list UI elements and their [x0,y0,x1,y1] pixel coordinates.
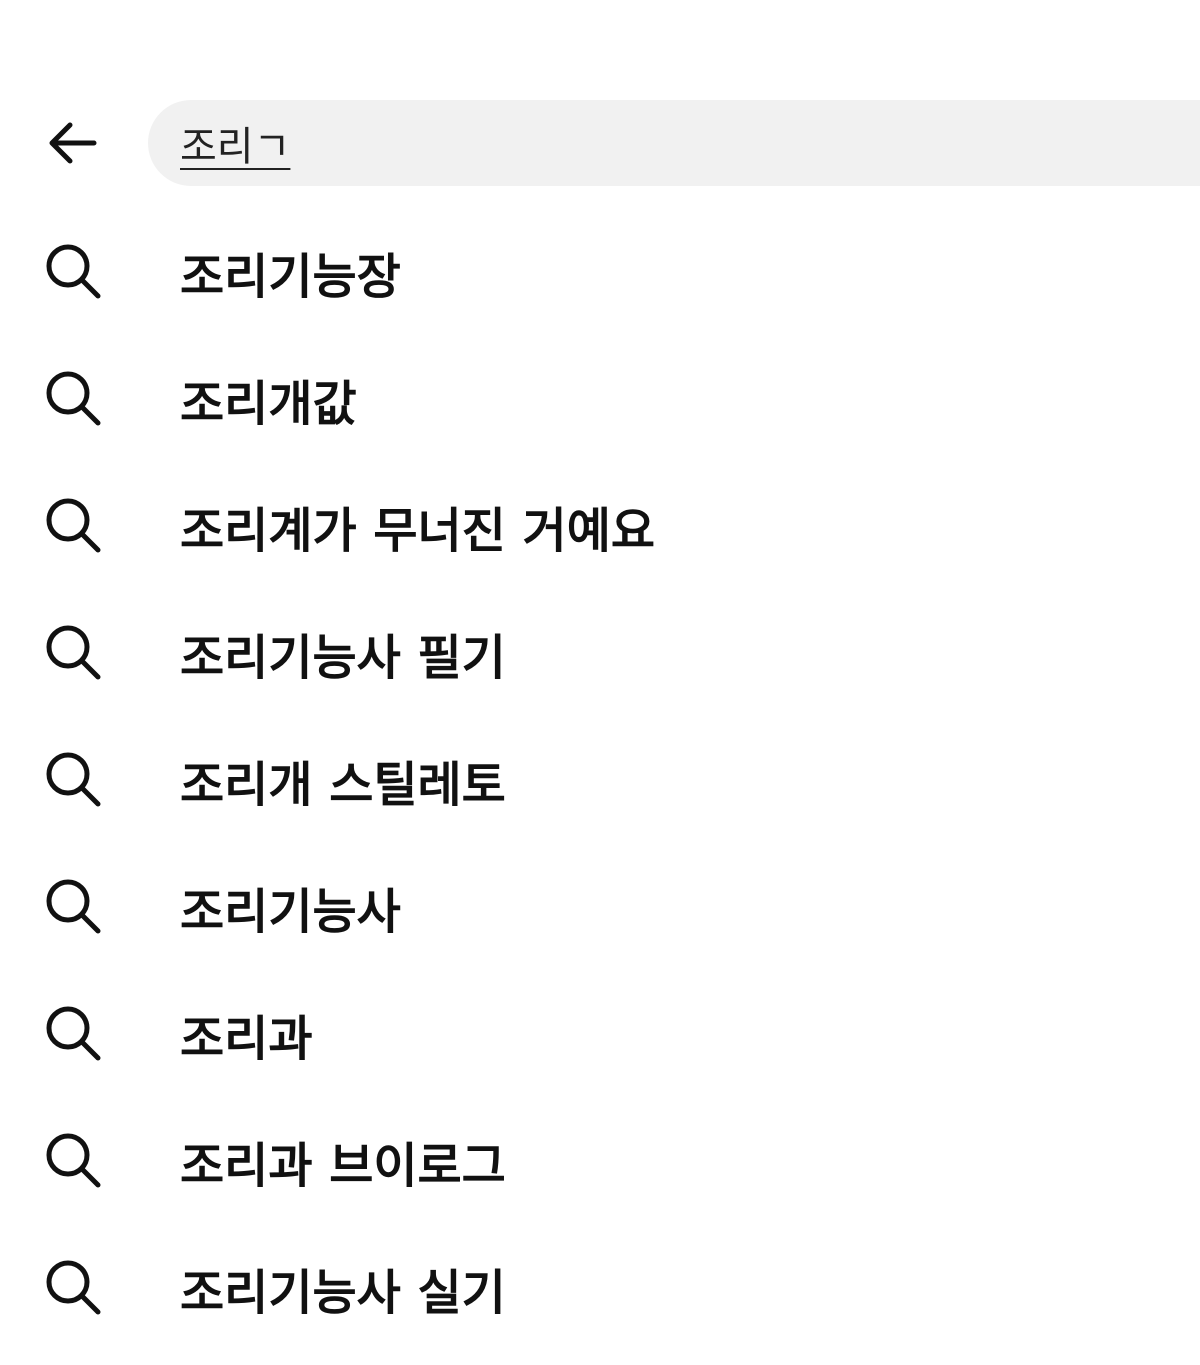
search-icon [44,623,104,683]
suggestion-item[interactable]: 조리기능사 실기 [0,1224,1200,1351]
search-icon [44,369,104,429]
suggestion-item[interactable]: 조리과 브이로그 [0,1097,1200,1224]
suggestion-label: 조리계가 무너진 거예요 [180,502,656,559]
search-icon [44,1258,104,1318]
suggestion-label: 조리개 스틸레토 [180,756,506,813]
suggestion-item[interactable]: 조리기능사 [0,843,1200,970]
suggestion-item[interactable]: 조리기능사 필기 [0,589,1200,716]
suggestion-label: 조리기능장 [180,248,401,305]
search-icon [44,877,104,937]
suggestion-label: 조리기능사 필기 [180,629,506,686]
search-icon [44,242,104,302]
suggestion-item[interactable]: 조리과 [0,970,1200,1097]
suggestion-label: 조리개값 [180,375,357,432]
suggestion-item[interactable]: 조리개값 [0,335,1200,462]
suggestion-item[interactable]: 조리기능장 [0,208,1200,335]
suggestion-label: 조리과 [180,1010,313,1067]
search-field[interactable] [148,100,1200,186]
suggestion-item[interactable]: 조리계가 무너진 거예요 [0,462,1200,589]
suggestion-label: 조리과 브이로그 [180,1137,506,1194]
search-icon [44,1131,104,1191]
search-icon [44,1004,104,1064]
suggestion-list: 조리기능장 조리개값 조리계가 무너진 거예요 조리기능사 필기 조리개 스틸레… [0,208,1200,1351]
arrow-left-icon [49,122,97,164]
suggestion-item[interactable]: 조리개 스틸레토 [0,716,1200,843]
back-button[interactable] [34,110,110,176]
suggestion-label: 조리기능사 [180,883,401,940]
search-bar [0,100,1200,186]
suggestion-label: 조리기능사 실기 [180,1264,506,1321]
search-input[interactable] [180,113,1080,173]
search-icon [44,496,104,556]
search-icon [44,750,104,810]
